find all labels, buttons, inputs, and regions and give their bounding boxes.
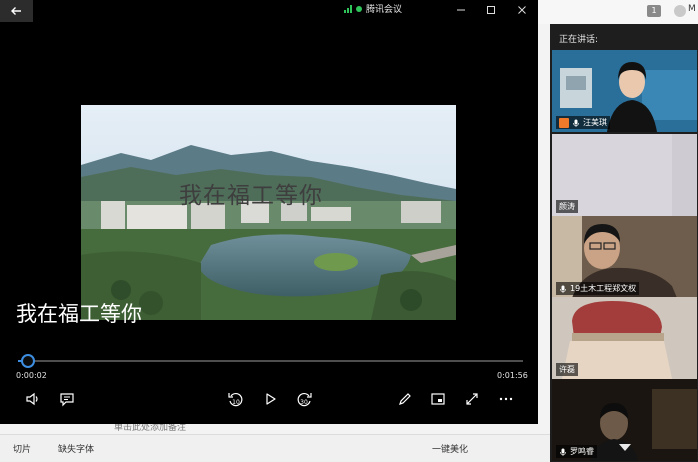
- picture-in-picture-button[interactable]: [428, 389, 448, 409]
- fullscreen-button[interactable]: [462, 389, 482, 409]
- participant-name: 汪美琪: [583, 118, 607, 127]
- caption-icon: [60, 393, 74, 407]
- speaking-header: 正在讲话:: [559, 35, 599, 45]
- app-title: 腾讯会议: [366, 5, 403, 15]
- desktop: 1 M 单击此处添加备注 切片 缺失字体 一键美化 腾讯会议 我在福工等你 我在…: [0, 0, 698, 462]
- participant-name-bar: 颜涛: [556, 200, 578, 213]
- close-icon[interactable]: [516, 4, 528, 16]
- participant-tile[interactable]: 许磊: [552, 297, 697, 379]
- status-beautify[interactable]: 一键美化: [432, 442, 468, 455]
- participant-tile[interactable]: 汪美琪: [552, 50, 697, 132]
- rewind-10-label: 10: [232, 399, 240, 406]
- seek-bar[interactable]: [18, 354, 523, 368]
- notification-badge[interactable]: 1: [647, 5, 661, 17]
- host-icon: [559, 117, 569, 128]
- duration: 0:01:56: [497, 371, 528, 380]
- status-slices[interactable]: 切片: [13, 442, 31, 455]
- play-icon: [266, 393, 276, 405]
- forward-30-button[interactable]: 30: [294, 389, 314, 409]
- participant-name: 许磊: [559, 365, 575, 374]
- participant-tile[interactable]: 颜涛: [552, 134, 697, 216]
- minimize-icon[interactable]: [455, 4, 467, 16]
- microphone-icon: [560, 448, 566, 456]
- signal-icon: [344, 4, 352, 13]
- microphone-icon: [560, 285, 566, 293]
- participant-name-bar: 罗鸣睿: [556, 445, 597, 458]
- rewind-10-button[interactable]: 10: [226, 389, 246, 409]
- participant-name: 19土木工程郑文权: [570, 284, 637, 293]
- subtitle-text: 我在福工等你: [16, 302, 142, 326]
- slide-title: 我在福工等你: [179, 183, 323, 209]
- participant-panel: 正在讲话: 汪美琪 颜涛 19土木工程郑文权 许磊 罗鸣睿: [550, 24, 698, 462]
- back-button[interactable]: [0, 0, 33, 22]
- forward-30-icon: 30: [297, 392, 312, 407]
- play-button[interactable]: [260, 389, 280, 409]
- rewind-10-icon: 10: [228, 392, 243, 407]
- more-icon: [499, 397, 513, 401]
- meeting-status-dot: [356, 5, 362, 12]
- seek-handle[interactable]: [21, 354, 36, 368]
- fullscreen-icon: [466, 393, 478, 405]
- video-frame[interactable]: 我在福工等你: [81, 105, 456, 320]
- participant-name: 颜涛: [559, 202, 575, 211]
- pen-button[interactable]: [395, 389, 415, 409]
- meeting-title-bar: 腾讯会议: [344, 2, 402, 15]
- pen-icon: [399, 393, 411, 405]
- volume-button[interactable]: [23, 389, 43, 409]
- video-window: 腾讯会议 我在福工等你 我在福工等你 0:00:02 0:01:56 10 30: [0, 0, 538, 424]
- participant-name: 罗鸣睿: [570, 447, 594, 456]
- back-arrow-icon: [11, 7, 21, 15]
- current-time: 0:00:02: [16, 371, 47, 380]
- user-avatar[interactable]: [674, 5, 686, 17]
- campus-landscape-image: [81, 105, 456, 320]
- caption-button[interactable]: [57, 389, 77, 409]
- more-button[interactable]: [496, 389, 516, 409]
- picture-in-picture-icon: [431, 393, 445, 405]
- scroll-down-arrow-icon[interactable]: [619, 444, 631, 451]
- forward-30-label: 30: [300, 399, 308, 406]
- user-initial: M: [688, 4, 696, 14]
- participant-name-bar: 汪美琪: [556, 116, 610, 129]
- participant-name-bar: 许磊: [556, 363, 578, 376]
- participant-tile[interactable]: 19土木工程郑文权: [552, 216, 697, 298]
- maximize-icon[interactable]: [485, 4, 497, 16]
- status-missing-fonts[interactable]: 缺失字体: [58, 442, 94, 455]
- microphone-icon: [573, 119, 579, 127]
- participant-name-bar: 19土木工程郑文权: [556, 282, 640, 295]
- background-app-header: 1 M: [538, 0, 698, 24]
- volume-icon: [26, 392, 38, 406]
